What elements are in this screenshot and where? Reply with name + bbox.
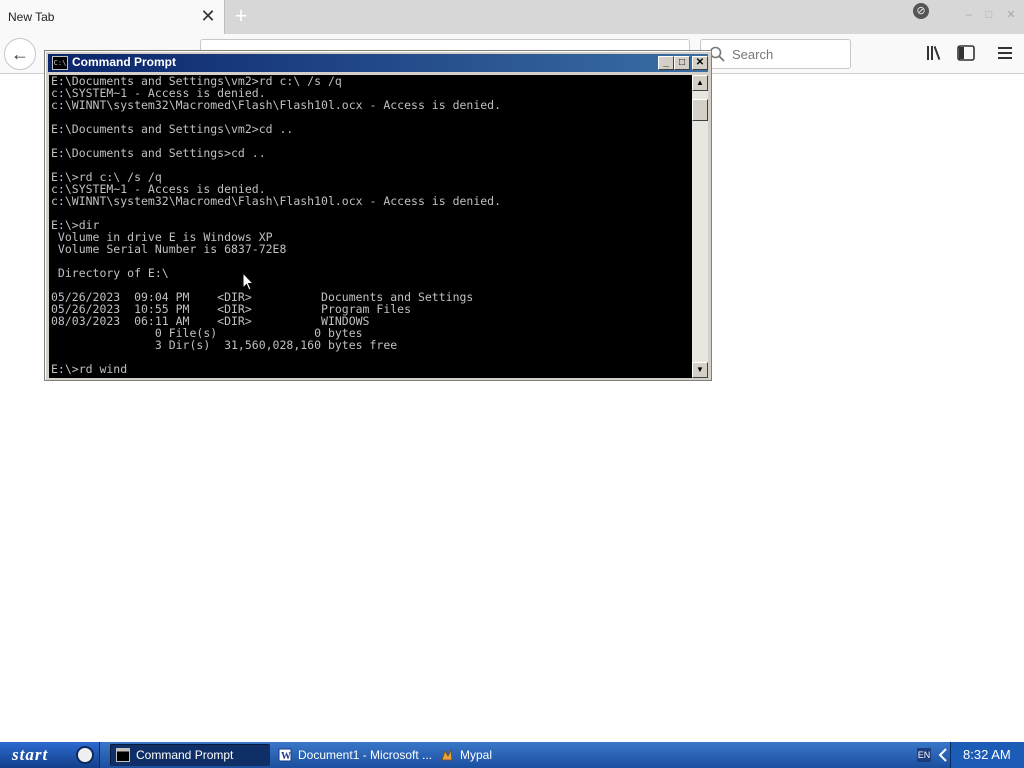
search-box[interactable]: Search bbox=[700, 39, 851, 69]
tab-close-button[interactable]: ✕ bbox=[200, 6, 216, 26]
clock: 8:32 AM bbox=[963, 747, 1011, 762]
svg-text:W: W bbox=[281, 751, 291, 762]
console-line: E:\>rd wind bbox=[51, 362, 128, 376]
cmd-icon bbox=[116, 748, 130, 762]
search-placeholder: Search bbox=[732, 47, 774, 62]
console-line: c:\WINNT\system32\Macromed\Flash\Flash10… bbox=[51, 194, 502, 208]
new-tab-button[interactable]: + bbox=[231, 3, 251, 29]
command-prompt-window[interactable]: C:\ Command Prompt _ □ ✕ E:\Documents an… bbox=[44, 50, 712, 381]
taskbar-item-document1[interactable]: W Document1 - Microsoft ... bbox=[272, 744, 432, 766]
scroll-down-button[interactable]: ▼ bbox=[692, 362, 708, 378]
browser-restore-button[interactable]: □ bbox=[982, 8, 996, 22]
browser-minimize-button[interactable]: – bbox=[962, 8, 976, 22]
word-icon: W bbox=[278, 748, 292, 762]
console-line: E:\Documents and Settings\vm2>cd .. bbox=[51, 122, 294, 136]
console-line: E:\Documents and Settings>cd .. bbox=[51, 146, 266, 160]
taskbar-item-mypal[interactable]: Mypal bbox=[434, 744, 554, 766]
menu-icon[interactable] bbox=[995, 43, 1015, 63]
clock-area[interactable]: 8:32 AM bbox=[950, 742, 1024, 768]
taskbar-item-label: Document1 - Microsoft ... bbox=[298, 748, 433, 762]
console-scrollbar[interactable]: ▲ ▼ bbox=[692, 75, 708, 378]
taskbar-item-label: Command Prompt bbox=[136, 748, 234, 762]
cmd-title: Command Prompt bbox=[72, 55, 177, 69]
tray-expand-icon[interactable] bbox=[937, 748, 949, 762]
scroll-thumb[interactable] bbox=[692, 99, 708, 121]
browser-close-button[interactable]: ✕ bbox=[1004, 8, 1018, 22]
start-button[interactable]: start bbox=[0, 742, 100, 768]
system-tray: EN 8:32 AM bbox=[912, 742, 1024, 768]
console-output[interactable]: E:\Documents and Settings\vm2>rd c:\ /s … bbox=[49, 75, 692, 378]
language-indicator[interactable]: EN bbox=[917, 748, 931, 762]
taskbar: start Command Prompt W Document1 - Micro… bbox=[0, 742, 1024, 768]
browser-tab-strip: New Tab ✕ + ⊘ – □ ✕ bbox=[0, 0, 1024, 34]
cmd-maximize-button[interactable]: □ bbox=[674, 56, 690, 70]
tab-title: New Tab bbox=[8, 10, 55, 24]
console-line: c:\WINNT\system32\Macromed\Flash\Flash10… bbox=[51, 98, 502, 112]
start-orb-icon bbox=[76, 746, 94, 764]
cmd-app-icon: C:\ bbox=[52, 56, 68, 70]
console-line: Directory of E:\ bbox=[51, 266, 169, 280]
taskbar-item-command-prompt[interactable]: Command Prompt bbox=[110, 744, 270, 766]
start-label: start bbox=[12, 745, 49, 764]
browser-tab[interactable]: New Tab ✕ bbox=[0, 0, 225, 34]
back-button[interactable]: ← bbox=[4, 38, 36, 70]
console-line: Volume Serial Number is 6837-72E8 bbox=[51, 242, 287, 256]
tracking-protection-icon[interactable]: ⊘ bbox=[913, 3, 929, 19]
mouse-cursor bbox=[242, 272, 254, 291]
sidebar-icon[interactable] bbox=[956, 43, 976, 63]
console-line: 3 Dir(s) 31,560,028,160 bytes free bbox=[51, 338, 398, 352]
scroll-up-button[interactable]: ▲ bbox=[692, 75, 708, 91]
taskbar-item-label: Mypal bbox=[460, 748, 493, 762]
cmd-close-button[interactable]: ✕ bbox=[692, 56, 708, 70]
cmd-titlebar[interactable]: C:\ Command Prompt _ □ ✕ bbox=[48, 54, 708, 72]
mypal-icon bbox=[441, 748, 453, 761]
library-icon[interactable] bbox=[925, 43, 945, 63]
cmd-minimize-button[interactable]: _ bbox=[658, 56, 674, 70]
